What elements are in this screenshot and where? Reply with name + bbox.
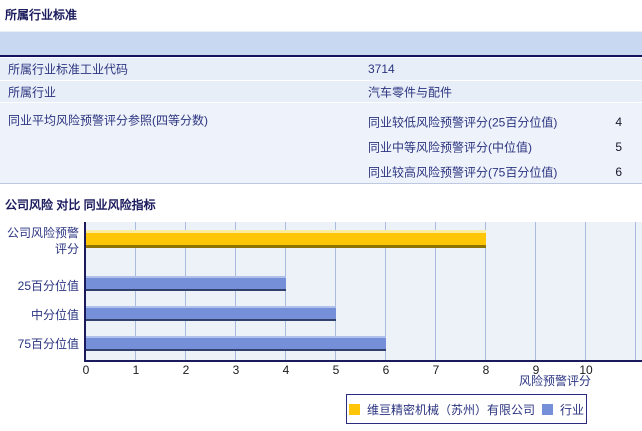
industry-standard-section-title: 所属行业标准 <box>5 8 78 22</box>
quartile-subrow-median: 同业中等风险预警评分(中位值) 5 <box>0 135 642 159</box>
x-tick-label: 0 <box>82 363 90 377</box>
median-label: 同业中等风险预警评分(中位值) <box>368 140 532 155</box>
industry-legend-swatch <box>542 403 553 415</box>
x-axis-title: 风险预警评分 <box>518 374 591 388</box>
table-row: 所属行业标准工业代码 3714 <box>0 58 642 80</box>
comparison-chart-section-title: 公司风险 对比 同业风险指标 <box>5 198 156 212</box>
industry-p25-bar <box>86 276 286 291</box>
industry-median-bar <box>86 306 336 321</box>
category-label-company-score: 公司风险预警评分 <box>6 226 79 256</box>
plot-area <box>84 222 642 362</box>
quartile-subrow-p75: 同业较高风险预警评分(75百分位值) 6 <box>0 160 642 184</box>
gridline <box>535 222 536 360</box>
x-tick-label: 5 <box>332 363 340 377</box>
x-tick-label: 3 <box>232 363 240 377</box>
table-bottom-divider <box>0 183 642 184</box>
risk-report-page: 所属行业标准 所属行业标准工业代码 3714 所属行业 汽车零件与配件 同业平均… <box>0 0 642 431</box>
table-header-band <box>0 31 642 57</box>
median-value: 5 <box>615 140 622 154</box>
industry-name-label: 所属行业 <box>8 85 57 99</box>
category-label-median: 中分位值 <box>30 308 79 322</box>
p75-value: 6 <box>615 165 622 179</box>
gridline <box>635 222 636 360</box>
category-label-p75: 75百分位值 <box>17 337 79 351</box>
p25-value: 4 <box>615 115 622 129</box>
industry-name-value: 汽车零件与配件 <box>368 85 453 99</box>
gridline <box>585 222 586 360</box>
industry-code-value: 3714 <box>368 62 395 76</box>
x-tick-label: 4 <box>282 363 290 377</box>
industry-p75-bar <box>86 336 386 351</box>
p25-label: 同业较低风险预警评分(25百分位值) <box>368 115 558 130</box>
industry-code-label: 所属行业标准工业代码 <box>8 62 129 77</box>
chart-legend: 维亘精密机械（苏州）有限公司 行业 <box>346 394 587 424</box>
x-tick-label: 2 <box>182 363 190 377</box>
table-row: 同业平均风险预警评分参照(四等分数) 同业较低风险预警评分(25百分位值) 4 … <box>0 103 642 183</box>
company-legend-label: 维亘精密机械（苏州）有限公司 <box>366 402 535 417</box>
company-score-bar <box>86 230 486 248</box>
x-tick-label: 1 <box>132 363 140 377</box>
quartile-subrow-p25: 同业较低风险预警评分(25百分位值) 4 <box>0 110 642 134</box>
x-tick-label: 6 <box>382 363 390 377</box>
industry-legend-label: 行业 <box>560 402 585 417</box>
category-label-p25: 25百分位值 <box>17 279 79 293</box>
p75-label: 同业较高风险预警评分(75百分位值) <box>368 165 558 180</box>
company-legend-swatch <box>348 403 360 415</box>
table-row: 所属行业 汽车零件与配件 <box>0 81 642 102</box>
